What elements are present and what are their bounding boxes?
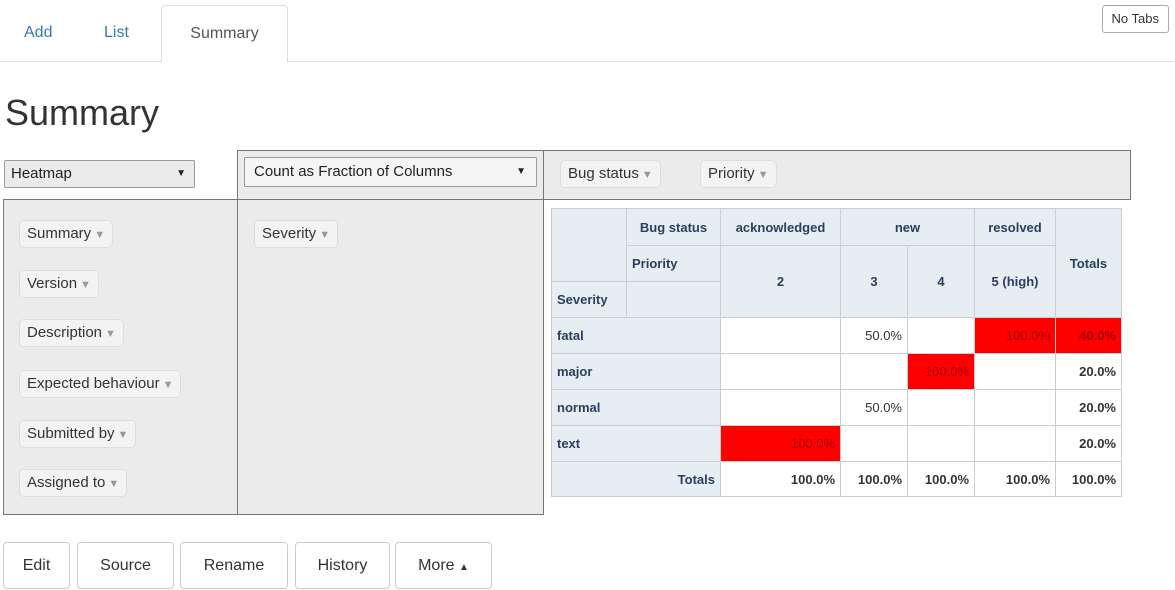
- attr-pill-label: Submitted by: [27, 425, 115, 442]
- col-total: 100.0%: [974, 461, 1056, 497]
- history-button[interactable]: History: [295, 542, 390, 589]
- col-header-status: resolved: [974, 208, 1056, 246]
- table-row: text 100.0% 20.0%: [551, 425, 1122, 462]
- filter-triangle-icon[interactable]: ▼: [642, 169, 653, 181]
- col-attr-header: Priority: [626, 245, 721, 282]
- heat-cell: [907, 317, 975, 354]
- more-button[interactable]: More ▲: [395, 542, 492, 589]
- filter-triangle-icon[interactable]: ▼: [80, 279, 91, 291]
- edit-button[interactable]: Edit: [3, 542, 70, 589]
- heat-cell: 100.0%: [907, 353, 975, 390]
- attr-pill-submitted-by[interactable]: Submitted by ▼: [19, 420, 137, 448]
- row-totals-label: Totals: [551, 461, 721, 497]
- attr-pill-label: Assigned to: [27, 474, 106, 491]
- rename-button[interactable]: Rename: [180, 542, 288, 589]
- totals-row: Totals 100.0% 100.0% 100.0% 100.0% 100.0…: [551, 461, 1122, 497]
- pivot-heatmap-table: Bug status acknowledged new resolved Tot…: [551, 208, 1122, 497]
- row-attr-header: Severity: [551, 281, 627, 318]
- heat-cell: [720, 353, 841, 390]
- heat-cell: [974, 389, 1056, 426]
- col-total: 100.0%: [840, 461, 908, 497]
- col-header-status: acknowledged: [720, 208, 841, 246]
- tab-bar: Add List Summary: [0, 0, 1175, 63]
- heat-cell: 100.0%: [974, 317, 1056, 354]
- attr-pill-description[interactable]: Description ▼: [19, 319, 124, 347]
- col-header-priority: 3: [840, 245, 908, 318]
- attr-pill-version[interactable]: Version ▼: [19, 270, 99, 298]
- heat-cell: [840, 425, 908, 462]
- heat-cell: [974, 353, 1056, 390]
- attr-pill-expected-behaviour[interactable]: Expected behaviour ▼: [19, 370, 182, 398]
- col-total: 100.0%: [907, 461, 975, 497]
- attr-pill-label: Description: [27, 324, 103, 341]
- caret-up-icon: ▲: [459, 562, 469, 573]
- row-total: 20.0%: [1055, 425, 1122, 462]
- attr-pill-label: Bug status: [568, 165, 639, 182]
- heat-cell: [974, 425, 1056, 462]
- row-label: normal: [551, 389, 721, 426]
- row-total: 40.0%: [1055, 317, 1122, 354]
- heat-cell: 100.0%: [720, 425, 841, 462]
- heat-cell: [907, 389, 975, 426]
- col-header-priority: 2: [720, 245, 841, 318]
- aggregator-select-value: Count as Fraction of Columns: [254, 163, 453, 180]
- col-attr-header: Bug status: [626, 208, 721, 246]
- attr-pill-summary[interactable]: Summary ▼: [19, 220, 114, 248]
- blank-header: [626, 281, 721, 318]
- attr-pill-label: Summary: [27, 225, 92, 242]
- col-header-status: new: [840, 208, 975, 246]
- heat-cell: 50.0%: [840, 389, 908, 426]
- attr-pill-assigned-to[interactable]: Assigned to ▼: [19, 469, 128, 497]
- source-button[interactable]: Source: [77, 542, 174, 589]
- attr-pill-label: Expected behaviour: [27, 375, 160, 392]
- heat-cell: [840, 353, 908, 390]
- dropdown-arrow-icon: ▼: [516, 166, 526, 177]
- heat-cell: 50.0%: [840, 317, 908, 354]
- attr-pill-label: Version: [27, 275, 78, 292]
- row-label: fatal: [551, 317, 721, 354]
- filter-triangle-icon[interactable]: ▼: [118, 429, 129, 441]
- filter-triangle-icon[interactable]: ▼: [94, 229, 105, 241]
- more-button-label: More: [418, 557, 455, 574]
- heat-cell: [907, 425, 975, 462]
- attr-pill-bug-status[interactable]: Bug status ▼: [560, 160, 661, 188]
- col-totals-header: Totals: [1055, 208, 1122, 318]
- table-row: normal 50.0% 20.0%: [551, 389, 1122, 426]
- row-total: 20.0%: [1055, 353, 1122, 390]
- filter-triangle-icon[interactable]: ▼: [319, 229, 330, 241]
- dropdown-arrow-icon: ▼: [176, 168, 186, 179]
- renderer-select-value: Heatmap: [11, 165, 72, 182]
- row-total: 20.0%: [1055, 389, 1122, 426]
- attr-pill-label: Severity: [262, 225, 317, 242]
- heat-cell: [720, 389, 841, 426]
- filter-triangle-icon[interactable]: ▼: [758, 169, 769, 181]
- no-tabs-button[interactable]: No Tabs: [1101, 5, 1169, 33]
- tab-summary[interactable]: Summary: [161, 5, 288, 63]
- filter-triangle-icon[interactable]: ▼: [163, 379, 174, 391]
- page-title: Summary: [5, 92, 160, 133]
- col-total: 100.0%: [720, 461, 841, 497]
- grand-total: 100.0%: [1055, 461, 1122, 497]
- tab-list[interactable]: List: [88, 5, 145, 63]
- tab-add[interactable]: Add: [8, 5, 68, 63]
- aggregator-select[interactable]: Count as Fraction of Columns ▼: [244, 157, 537, 187]
- renderer-select[interactable]: Heatmap ▼: [4, 160, 195, 188]
- heat-cell: [720, 317, 841, 354]
- row-label: major: [551, 353, 721, 390]
- attr-pill-priority[interactable]: Priority ▼: [700, 160, 777, 188]
- filter-triangle-icon[interactable]: ▼: [105, 328, 116, 340]
- attr-pill-label: Priority: [708, 165, 755, 182]
- filter-triangle-icon[interactable]: ▼: [108, 478, 119, 490]
- attr-pill-severity[interactable]: Severity ▼: [254, 220, 339, 248]
- table-row: major 100.0% 20.0%: [551, 353, 1122, 390]
- col-header-priority: 5 (high): [974, 245, 1056, 318]
- row-label: text: [551, 425, 721, 462]
- corner-cell: [551, 208, 627, 282]
- col-header-priority: 4: [907, 245, 975, 318]
- table-row: fatal 50.0% 100.0% 40.0%: [551, 317, 1122, 354]
